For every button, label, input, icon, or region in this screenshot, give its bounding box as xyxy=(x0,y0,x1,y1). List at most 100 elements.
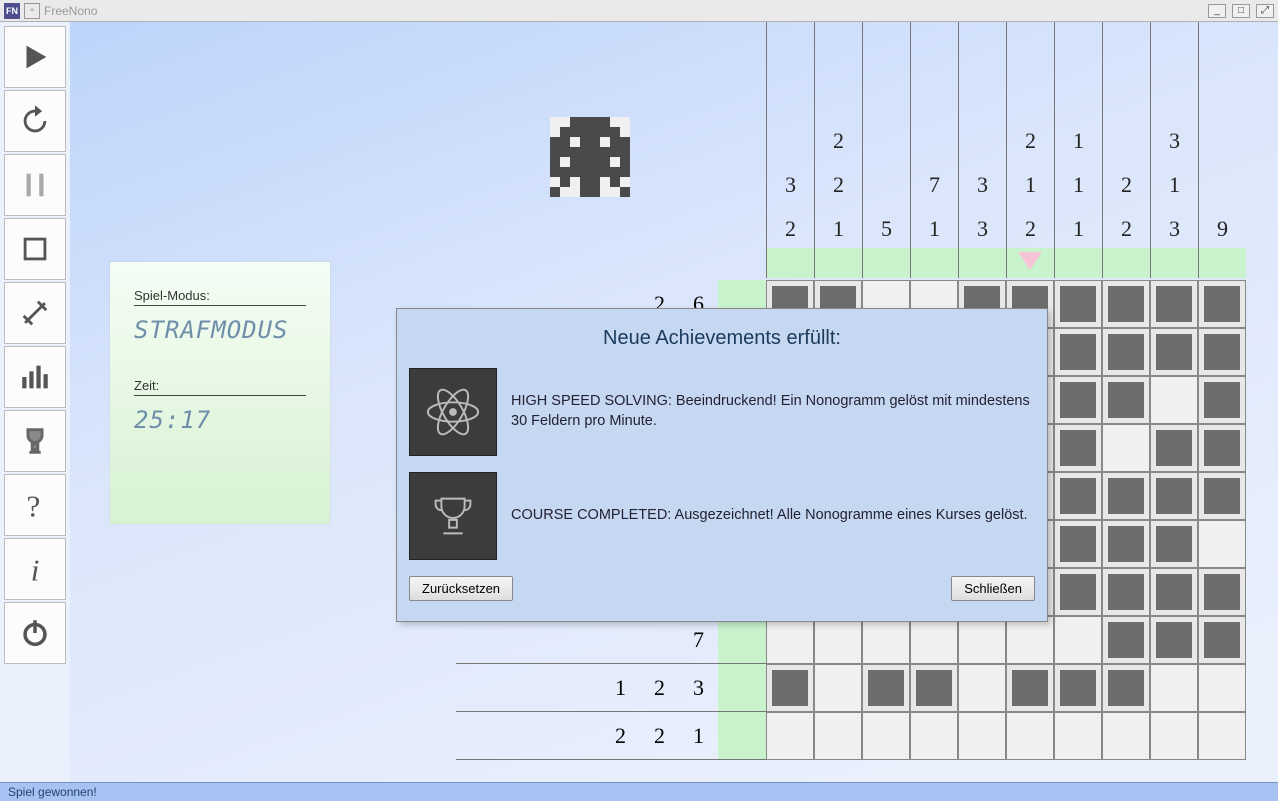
grid-cell[interactable] xyxy=(1150,616,1198,664)
expand-button[interactable]: ⤢ xyxy=(1256,4,1274,18)
time-value: 25:17 xyxy=(134,406,306,434)
col-hint: 22 xyxy=(1102,22,1150,248)
achievement-item: HIGH SPEED SOLVING: Beeindruckend! Ein N… xyxy=(409,368,1035,456)
close-button[interactable]: Schließen xyxy=(951,576,1035,601)
grid-cell[interactable] xyxy=(1054,376,1102,424)
grid-cell[interactable] xyxy=(1150,568,1198,616)
grid-cell[interactable] xyxy=(958,664,1006,712)
grid-cell[interactable] xyxy=(1102,472,1150,520)
grid-cell[interactable] xyxy=(862,664,910,712)
grid-cell[interactable] xyxy=(1198,328,1246,376)
grid-cell[interactable] xyxy=(862,616,910,664)
row-hint: 123 xyxy=(456,664,718,712)
column-marker-icon xyxy=(1018,252,1042,270)
achievement-item: COURSE COMPLETED: Ausgezeichnet! Alle No… xyxy=(409,472,1035,560)
grid-cell[interactable] xyxy=(1198,616,1246,664)
grid-cell[interactable] xyxy=(1054,424,1102,472)
grid-cell[interactable] xyxy=(1102,568,1150,616)
column-highlight-row xyxy=(766,248,1246,278)
help-button[interactable]: ? xyxy=(4,474,66,536)
maximize-button[interactable]: □ xyxy=(1232,4,1250,18)
grid-cell[interactable] xyxy=(1150,472,1198,520)
grid-cell[interactable] xyxy=(1198,424,1246,472)
col-hint: 71 xyxy=(910,22,958,248)
grid-cell[interactable] xyxy=(1102,616,1150,664)
grid-cell[interactable] xyxy=(814,664,862,712)
pause-button[interactable] xyxy=(4,154,66,216)
power-button[interactable] xyxy=(4,602,66,664)
cup-icon xyxy=(409,472,497,560)
trophy-button[interactable] xyxy=(4,410,66,472)
grid-cell[interactable] xyxy=(1150,712,1198,760)
grid-cell[interactable] xyxy=(1054,616,1102,664)
main-area: Spiel-Modus: STRAFMODUS Zeit: 25:17 3222… xyxy=(70,22,1278,782)
reset-button[interactable]: Zurücksetzen xyxy=(409,576,513,601)
grid-cell[interactable] xyxy=(1150,424,1198,472)
grid-cell[interactable] xyxy=(1054,328,1102,376)
grid-cell[interactable] xyxy=(1198,712,1246,760)
grid-cell[interactable] xyxy=(1198,568,1246,616)
grid-cell[interactable] xyxy=(1198,664,1246,712)
col-hint: 9 xyxy=(1198,22,1246,248)
col-hint: 111 xyxy=(1054,22,1102,248)
grid-cell[interactable] xyxy=(1102,328,1150,376)
achievements-dialog: Neue Achievements erfüllt: HIGH SPEED SO… xyxy=(396,308,1048,622)
grid-cell[interactable] xyxy=(958,712,1006,760)
grid-cell[interactable] xyxy=(766,616,814,664)
grid-cell[interactable] xyxy=(1102,424,1150,472)
mode-value: STRAFMODUS xyxy=(134,316,306,344)
grid-cell[interactable] xyxy=(1054,280,1102,328)
grid-cell[interactable] xyxy=(1054,664,1102,712)
grid-cell[interactable] xyxy=(766,712,814,760)
achievement-text: COURSE COMPLETED: Ausgezeichnet! Alle No… xyxy=(511,506,1035,526)
grid-cell[interactable] xyxy=(814,712,862,760)
grid-cell[interactable] xyxy=(1198,280,1246,328)
col-hint: 221 xyxy=(814,22,862,248)
restart-button[interactable] xyxy=(4,90,66,152)
dialog-title: Neue Achievements erfüllt: xyxy=(409,327,1035,350)
grid-cell[interactable] xyxy=(1054,568,1102,616)
app-icon: FN xyxy=(4,3,20,19)
grid-cell[interactable] xyxy=(1102,712,1150,760)
nonogram-preview xyxy=(550,117,630,197)
grid-cell[interactable] xyxy=(1054,520,1102,568)
grid-cell[interactable] xyxy=(1054,712,1102,760)
grid-cell[interactable] xyxy=(1150,280,1198,328)
grid-cell[interactable] xyxy=(910,664,958,712)
minimize-button[interactable]: _ xyxy=(1208,4,1226,18)
grid-cell[interactable] xyxy=(910,616,958,664)
window-title: FreeNono xyxy=(44,4,97,18)
grid-cell[interactable] xyxy=(1198,472,1246,520)
grid-cell[interactable] xyxy=(910,712,958,760)
grid-cell[interactable] xyxy=(1006,664,1054,712)
stats-button[interactable] xyxy=(4,346,66,408)
grid-row: 123 xyxy=(456,664,1246,712)
row-hint: 221 xyxy=(456,712,718,760)
settings-button[interactable] xyxy=(4,282,66,344)
grid-cell[interactable] xyxy=(1102,664,1150,712)
grid-cell[interactable] xyxy=(1150,376,1198,424)
col-hint: 33 xyxy=(958,22,1006,248)
col-hint: 5 xyxy=(862,22,910,248)
grid-cell[interactable] xyxy=(1150,664,1198,712)
info-button[interactable]: i xyxy=(4,538,66,600)
grid-cell[interactable] xyxy=(958,616,1006,664)
grid-cell[interactable] xyxy=(1102,376,1150,424)
grid-cell[interactable] xyxy=(1198,376,1246,424)
grid-cell[interactable] xyxy=(1006,712,1054,760)
stop-button[interactable] xyxy=(4,218,66,280)
grid-cell[interactable] xyxy=(1102,520,1150,568)
grid-cell[interactable] xyxy=(1102,280,1150,328)
grid-cell[interactable] xyxy=(1054,472,1102,520)
grid-cell[interactable] xyxy=(766,664,814,712)
restore-icon[interactable]: ▫ xyxy=(24,3,40,19)
grid-cell[interactable] xyxy=(1198,520,1246,568)
info-card: Spiel-Modus: STRAFMODUS Zeit: 25:17 xyxy=(110,262,330,524)
grid-cell[interactable] xyxy=(814,616,862,664)
grid-cell[interactable] xyxy=(862,712,910,760)
grid-cell[interactable] xyxy=(1006,616,1054,664)
column-hints: 3222157133212111223139 xyxy=(766,22,1246,248)
grid-cell[interactable] xyxy=(1150,520,1198,568)
grid-cell[interactable] xyxy=(1150,328,1198,376)
play-button[interactable] xyxy=(4,26,66,88)
